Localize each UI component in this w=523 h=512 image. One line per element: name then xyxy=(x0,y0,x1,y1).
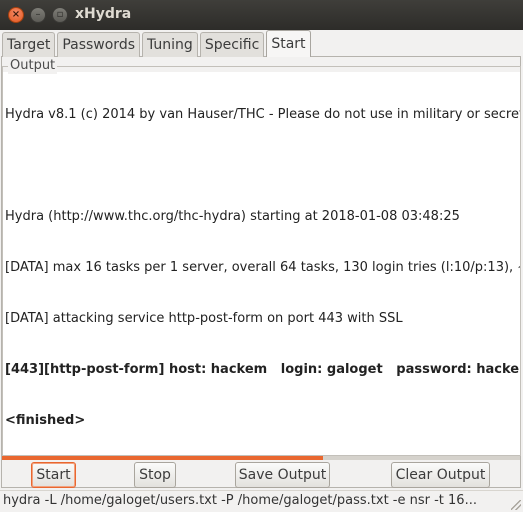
status-command: hydra -L /home/galoget/users.txt -P /hom… xyxy=(3,493,477,508)
close-icon: × xyxy=(11,9,21,20)
progress-bar xyxy=(2,456,520,460)
output-line-result: [443][http-post-form] host: hackem login… xyxy=(5,362,520,377)
tab-specific[interactable]: Specific xyxy=(199,32,265,57)
clear-output-button[interactable]: Clear Output xyxy=(391,462,490,488)
tab-bar: Target Passwords Tuning Specific Start xyxy=(2,30,313,57)
output-line: [DATA] max 16 tasks per 1 server, overal… xyxy=(5,260,520,275)
status-bar: hydra -L /home/galoget/users.txt -P /hom… xyxy=(0,490,523,512)
maximize-icon: ▫ xyxy=(56,9,64,20)
tab-passwords[interactable]: Passwords xyxy=(57,32,140,57)
progress-bar-fill xyxy=(2,456,324,460)
tab-start[interactable]: Start xyxy=(266,30,311,57)
minimize-window-button[interactable]: – xyxy=(30,7,46,23)
output-textview[interactable]: Hydra v8.1 (c) 2014 by van Hauser/THC - … xyxy=(3,72,520,455)
tab-tuning[interactable]: Tuning xyxy=(142,32,198,57)
start-button[interactable]: Start xyxy=(31,462,76,488)
save-output-button[interactable]: Save Output xyxy=(235,462,330,488)
output-line: Hydra (http://www.thc.org/thc-hydra) sta… xyxy=(5,209,460,224)
resize-grip-icon[interactable] xyxy=(511,500,521,510)
output-label: Output xyxy=(8,58,58,74)
window-title: xHydra xyxy=(75,6,132,22)
close-window-button[interactable]: × xyxy=(8,7,24,23)
output-line-finished: <finished> xyxy=(5,413,86,428)
output-line: Hydra v8.1 (c) 2014 by van Hauser/THC - … xyxy=(5,107,520,122)
stop-button[interactable]: Stop xyxy=(134,462,176,488)
minimize-icon: – xyxy=(35,9,41,20)
maximize-window-button[interactable]: ▫ xyxy=(52,7,68,23)
title-bar: × – ▫ xHydra xyxy=(0,0,523,30)
tab-target[interactable]: Target xyxy=(2,32,56,57)
output-line: [DATA] attacking service http-post-form … xyxy=(5,311,403,326)
